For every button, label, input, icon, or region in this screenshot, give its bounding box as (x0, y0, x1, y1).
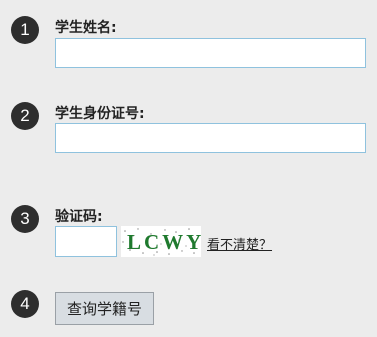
captcha-image[interactable]: LCWY (121, 226, 201, 257)
refresh-captcha-link[interactable]: 看不清楚？ (207, 234, 272, 253)
captcha-label: 验证码: (55, 209, 103, 225)
step-1-badge: 1 (11, 16, 39, 44)
captcha-text: LCWY (127, 230, 201, 254)
student-name-input[interactable] (55, 38, 366, 68)
query-student-number-button[interactable]: 查询学籍号 (55, 292, 154, 325)
id-number-input[interactable] (55, 123, 366, 153)
student-name-label: 学生姓名: (55, 20, 117, 36)
captcha-input[interactable] (55, 226, 117, 257)
step-4-badge: 4 (11, 290, 39, 318)
step-2-badge: 2 (11, 102, 39, 130)
id-number-label: 学生身份证号: (55, 106, 145, 122)
step-3-badge: 3 (11, 205, 39, 233)
